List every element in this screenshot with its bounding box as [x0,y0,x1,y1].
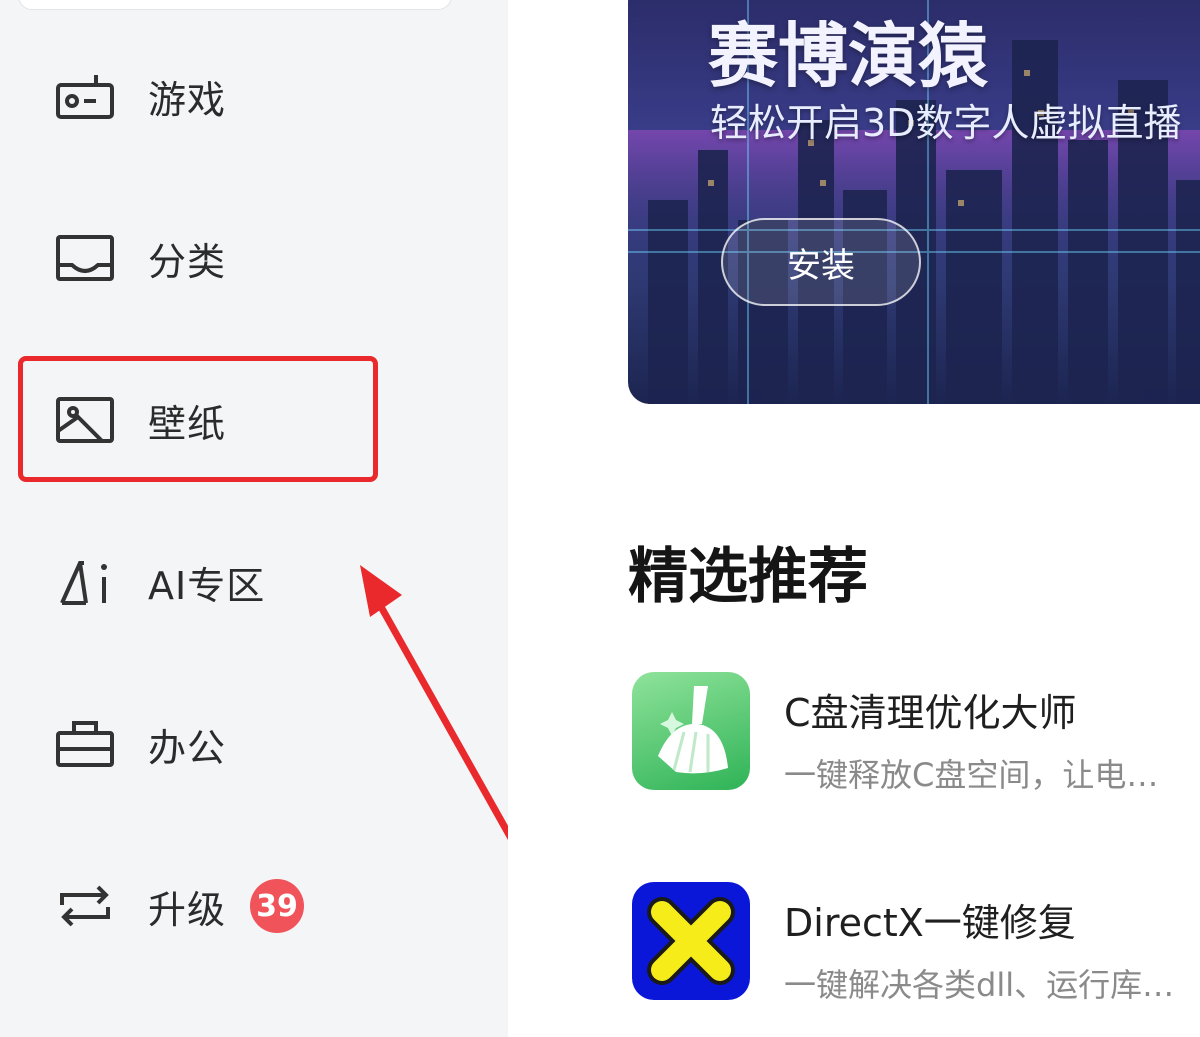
list-item[interactable]: C盘清理优化大师 一键释放C盘空间，让电脑更流畅 [628,672,1200,802]
app-name: DirectX一键修复 [784,901,1076,945]
sidebar-item-label: 办公 [148,725,227,770]
sidebar-item-upgrade[interactable]: 升级 39 [0,846,508,966]
sidebar-item-games[interactable]: 游戏 [0,36,508,156]
app-description: 一键解决各类dll、运行库问题 [784,966,1184,1004]
inbox-icon [56,235,114,281]
banner-title: 赛博演猿 [708,15,988,97]
app-name: C盘清理优化大师 [784,691,1077,735]
app-description: 一键释放C盘空间，让电脑更流畅 [784,756,1184,794]
sidebar: 游戏 分类 壁纸 AI专区 办公 升级 39 [0,0,516,1037]
radio-icon [56,73,114,119]
sidebar-item-label: 升级 [148,887,227,932]
main-content: 赛博演猿 轻松开启3D数字人虚拟直播 安装 精选推荐 C盘清理优化大师 一键释放… [508,0,1200,1037]
banner-subtitle: 轻松开启3D数字人虚拟直播 [710,101,1182,145]
broom-icon [632,672,750,790]
search-box[interactable] [18,0,452,10]
briefcase-icon [56,721,114,767]
sidebar-item-category[interactable]: 分类 [0,198,508,318]
promo-banner[interactable]: 赛博演猿 轻松开启3D数字人虚拟直播 安装 [628,0,1200,404]
ai-icon [56,559,114,605]
sidebar-item-label: 分类 [148,239,227,284]
sidebar-item-label: AI专区 [148,563,266,608]
update-count-badge: 39 [250,879,304,933]
install-button[interactable]: 安装 [721,218,921,306]
list-item[interactable]: DirectX一键修复 一键解决各类dll、运行库问题 [628,882,1200,1012]
swap-arrows-icon [56,883,114,929]
section-title: 精选推荐 [628,542,868,612]
highlight-box [18,356,378,482]
annotation-arrow [360,565,516,844]
x-cross-icon [632,882,750,1000]
sidebar-item-label: 游戏 [148,77,227,122]
